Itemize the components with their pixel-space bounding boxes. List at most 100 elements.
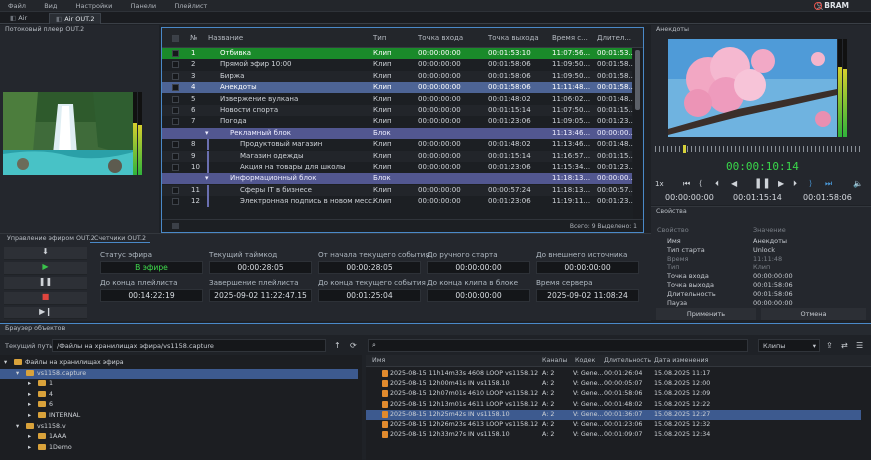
row-checkbox[interactable] bbox=[172, 95, 179, 103]
expand-right-icon[interactable]: ▸ bbox=[28, 432, 31, 442]
menu-file[interactable]: Файл bbox=[0, 0, 34, 12]
col-duration[interactable]: Длител... bbox=[597, 34, 631, 42]
prop-value[interactable]: Unlock bbox=[753, 246, 775, 254]
playlist-row[interactable]: 9 Магазин одежды Клип 00:00:00:00 00:01:15:1… bbox=[162, 150, 633, 162]
row-checkbox[interactable] bbox=[172, 152, 179, 160]
timeline-playhead[interactable] bbox=[683, 145, 686, 153]
mark-in-icon[interactable]: ⟨ bbox=[699, 179, 702, 188]
prop-value[interactable]: Анекдоты bbox=[753, 237, 787, 245]
playlist-row[interactable]: 5 Извержение вулкана Клип 00:00:00:00 00:01:… bbox=[162, 94, 633, 105]
air-button[interactable]: ⬇ bbox=[4, 247, 87, 260]
expand-down-icon[interactable]: ▾ bbox=[4, 358, 7, 368]
tree-node[interactable]: ▸ INTERNAL bbox=[0, 411, 358, 421]
next-button[interactable]: ▶❙ bbox=[4, 307, 87, 319]
tree-node[interactable]: ▸ 6 bbox=[0, 400, 358, 410]
step-back-icon[interactable]: ⏴ bbox=[715, 179, 719, 189]
playlist-row[interactable]: 11 Сферы IT в бизнесе Клип 00:00:00:00 00:00… bbox=[162, 184, 633, 196]
upload-icon[interactable]: ⇪ bbox=[826, 341, 833, 350]
file-col-date[interactable]: Дата изменения bbox=[654, 355, 708, 367]
tree-node[interactable]: ▸ 1Demo bbox=[0, 443, 358, 453]
playlist-scrollbar[interactable] bbox=[633, 48, 642, 220]
file-row[interactable]: 2025-08-15 12h00m41s IN vs1158.10 A: 2 V: … bbox=[366, 379, 861, 389]
expand-down-icon[interactable]: ▾ bbox=[16, 422, 19, 432]
path-field[interactable]: /Файлы на хранилищах эфира/vs1158.captur… bbox=[52, 339, 326, 352]
row-checkbox[interactable] bbox=[172, 61, 179, 69]
tab-counters[interactable]: Счетчики OUT.2 bbox=[90, 235, 151, 243]
expand-down-icon[interactable]: ▾ bbox=[16, 369, 19, 379]
step-forward-icon[interactable]: ⏵ bbox=[793, 179, 797, 189]
tree-node[interactable]: ▸ 1AAA bbox=[0, 432, 358, 442]
menu-view[interactable]: Вид bbox=[36, 0, 65, 12]
row-checkbox[interactable] bbox=[172, 50, 179, 57]
row-checkbox[interactable] bbox=[172, 198, 179, 206]
playlist-row[interactable]: 7 Погода Клип 00:00:00:00 00:01:23:06 11:09:0… bbox=[162, 116, 633, 127]
file-row[interactable]: 2025-08-15 12h25m42s IN vs1158.10 A: 2 V: … bbox=[366, 409, 861, 420]
row-checkbox[interactable] bbox=[172, 164, 179, 171]
list-view-icon[interactable]: ☰ bbox=[856, 341, 863, 350]
row-checkbox[interactable] bbox=[172, 141, 179, 149]
row-checkbox[interactable] bbox=[172, 84, 179, 92]
pause-air-button[interactable]: ❚❚ bbox=[4, 277, 87, 290]
search-input[interactable]: ⌕ bbox=[368, 339, 748, 352]
up-folder-icon[interactable]: ↑ bbox=[334, 341, 341, 350]
prop-value[interactable]: 00:00:00:00 bbox=[753, 299, 793, 307]
speed-label[interactable]: 1x bbox=[655, 180, 664, 188]
forward-icon[interactable]: ▶ bbox=[778, 179, 784, 188]
tree-node[interactable]: ▸ 1 bbox=[0, 379, 358, 389]
tree-node[interactable]: ▾ Файлы на хранилищах эфира bbox=[0, 358, 358, 368]
file-row[interactable]: 2025-08-15 12h13m01s 4611 LOOP vs1158.12… bbox=[366, 400, 861, 410]
prop-value[interactable]: 00:00:00:00 bbox=[753, 272, 793, 280]
prop-value[interactable]: 11:11:48 bbox=[753, 255, 782, 263]
menu-settings[interactable]: Настройки bbox=[68, 0, 121, 12]
filter-select[interactable]: Клипы ▾ bbox=[758, 339, 820, 352]
expand-right-icon[interactable]: ▸ bbox=[28, 443, 31, 453]
tab-air[interactable]: ◧ Air bbox=[4, 13, 33, 24]
prop-value[interactable]: 00:01:58:06 bbox=[753, 290, 793, 298]
playlist-row[interactable]: 12 Электронная подпись в новом месс... Кли… bbox=[162, 196, 633, 208]
go-start-icon[interactable]: ⏮ bbox=[683, 179, 690, 189]
col-name[interactable]: Название bbox=[208, 34, 243, 42]
file-row[interactable]: 2025-08-15 12h33m27s IN vs1158.10 A: 2 V: … bbox=[366, 430, 861, 440]
row-checkbox[interactable] bbox=[172, 118, 179, 126]
tree-node[interactable]: ▸ 4 bbox=[0, 390, 358, 400]
playlist-row[interactable]: 1 Отбивка Клип 00:00:00:00 00:01:53:10 11:07:… bbox=[162, 48, 633, 59]
footer-collapse-icon[interactable] bbox=[172, 223, 179, 229]
row-checkbox[interactable] bbox=[172, 186, 179, 194]
block-expand-icon[interactable]: ▾ bbox=[205, 128, 209, 139]
block-expand-icon[interactable]: ▾ bbox=[205, 173, 209, 184]
play-button[interactable]: ▶ bbox=[4, 262, 87, 275]
expand-right-icon[interactable]: ▸ bbox=[28, 379, 31, 389]
playlist-block-row[interactable]: ▾ Информационный блок Блок 11:18:13... 00:00… bbox=[162, 173, 633, 185]
select-all-checkbox[interactable] bbox=[172, 35, 179, 42]
refresh-icon[interactable]: ⟳ bbox=[350, 341, 357, 350]
playlist-row[interactable]: 2 Прямой эфир 10:00 Клип 00:00:00:00 00:01:5… bbox=[162, 59, 633, 70]
playlist-row[interactable]: 10 Акция на товары для школы Клип 00:00:00:… bbox=[162, 162, 633, 173]
cancel-button[interactable]: Отмена bbox=[761, 308, 866, 320]
col-start-time[interactable]: Время с... bbox=[552, 34, 588, 42]
prop-value[interactable]: Клип bbox=[753, 263, 770, 271]
mark-out-icon[interactable]: ⟩ bbox=[809, 179, 812, 188]
playlist-row[interactable]: 3 Биржа Клип 00:00:00:00 00:01:58:06 11:09:50… bbox=[162, 70, 633, 82]
col-in-point[interactable]: Точка входа bbox=[418, 34, 463, 42]
playlist-row[interactable]: 4 Анекдоты Клип 00:00:00:00 00:01:58:06 11:11… bbox=[162, 82, 633, 94]
file-row[interactable]: 2025-08-15 12h07m01s 4610 LOOP vs1158.12… bbox=[366, 389, 861, 399]
file-col-codec[interactable]: Кодек bbox=[575, 355, 595, 367]
volume-icon[interactable]: 🔈 bbox=[853, 179, 863, 188]
col-type[interactable]: Тип bbox=[373, 34, 386, 42]
pause-icon[interactable]: ❚❚ bbox=[754, 178, 771, 189]
playlist-row[interactable]: 8 Продуктовый магазин Клип 00:00:00:00 00:01… bbox=[162, 139, 633, 151]
file-row[interactable]: 2025-08-15 11h14m33s 4608 LOOP vs1158.12… bbox=[366, 369, 861, 379]
tree-node[interactable]: ▾ vs1158.v bbox=[0, 422, 358, 432]
apply-button[interactable]: Применить bbox=[656, 308, 756, 320]
menu-panels[interactable]: Панели bbox=[123, 0, 165, 12]
playlist-block-row[interactable]: ▾ Рекламный блок Блок 11:13:46... 00:00:00..… bbox=[162, 127, 633, 139]
rewind-icon[interactable]: ◀ bbox=[731, 179, 737, 188]
file-col-name[interactable]: Имя bbox=[372, 355, 385, 367]
file-col-channels[interactable]: Каналы bbox=[542, 355, 567, 367]
file-row[interactable]: 2025-08-15 12h26m23s 4613 LOOP vs1158.12… bbox=[366, 420, 861, 430]
expand-right-icon[interactable]: ▸ bbox=[28, 390, 31, 400]
file-col-duration[interactable]: Длительность bbox=[604, 355, 651, 367]
playlist-scroll-thumb[interactable] bbox=[635, 50, 640, 110]
go-end-icon[interactable]: ⏭ bbox=[825, 179, 832, 189]
tree-node[interactable]: ▾ vs1158.capture bbox=[0, 368, 358, 379]
